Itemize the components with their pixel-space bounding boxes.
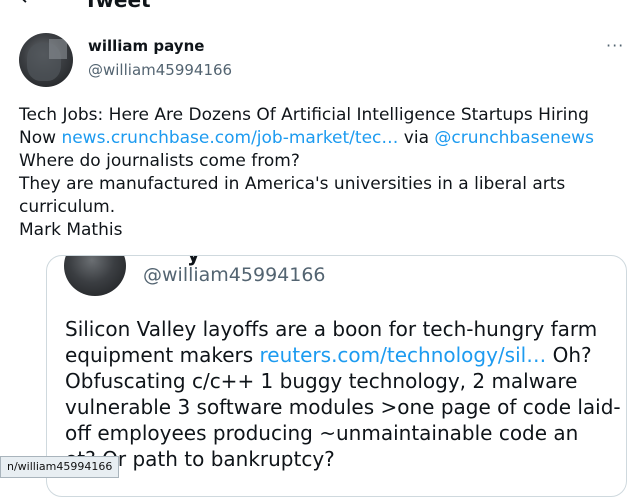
tweet-line: Where do journalists come from?	[19, 151, 300, 171]
more-options-icon[interactable]: ···	[606, 36, 624, 55]
page-title: Tweet	[84, 0, 151, 10]
tweet-text: Tech Jobs: Here Are Dozens Of Artificial…	[19, 104, 631, 242]
article-link[interactable]: news.crunchbase.com/job-market/tec…	[61, 128, 398, 148]
quoted-tweet[interactable]: y @william45994166 Silicon Valley layoff…	[46, 255, 627, 497]
quoted-text-fragment: equipment makers	[65, 343, 260, 367]
avatar[interactable]	[19, 33, 73, 87]
status-url-tooltip: n/william45994166	[0, 456, 120, 478]
quoted-tweet-text: Silicon Valley layoffs are a boon for te…	[65, 316, 625, 472]
quoted-author-handle[interactable]: @william45994166	[143, 264, 326, 286]
quoted-line: Silicon Valley layoffs are a boon for te…	[65, 317, 598, 341]
quoted-text-fragment: Oh?	[546, 343, 592, 367]
quoted-line: vulnerable 3 software modules >one page …	[65, 395, 621, 419]
quoted-article-link[interactable]: reuters.com/technology/sil…	[260, 343, 547, 367]
tweet-line: They are manufactured in America's unive…	[19, 174, 566, 194]
back-arrow-icon[interactable]: ←	[20, 0, 38, 10]
tweet-line: Mark Mathis	[19, 220, 123, 240]
author-name[interactable]: william payne	[88, 37, 204, 55]
mention-link[interactable]: @crunchbasenews	[434, 128, 594, 148]
tweet-text-fragment: via	[398, 128, 435, 148]
author-handle[interactable]: @william45994166	[88, 61, 232, 79]
quoted-avatar[interactable]	[64, 256, 126, 296]
tweet-text-fragment: Now	[19, 128, 62, 148]
quoted-line: Obfuscating c/c++ 1 buggy technology, 2 …	[65, 369, 578, 393]
tweet-line: curriculum.	[19, 197, 116, 217]
quoted-line: et? Or path to bankruptcy?	[65, 447, 335, 471]
tweet-line: Now news.crunchbase.com/job-market/tec… …	[19, 127, 631, 150]
tweet-line: Tech Jobs: Here Are Dozens Of Artificial…	[19, 105, 589, 125]
top-bar: ← Tweet	[0, 0, 636, 10]
quoted-line: off employees producing ~unmaintainable …	[65, 421, 579, 445]
quoted-line: equipment makers reuters.com/technology/…	[65, 342, 625, 368]
